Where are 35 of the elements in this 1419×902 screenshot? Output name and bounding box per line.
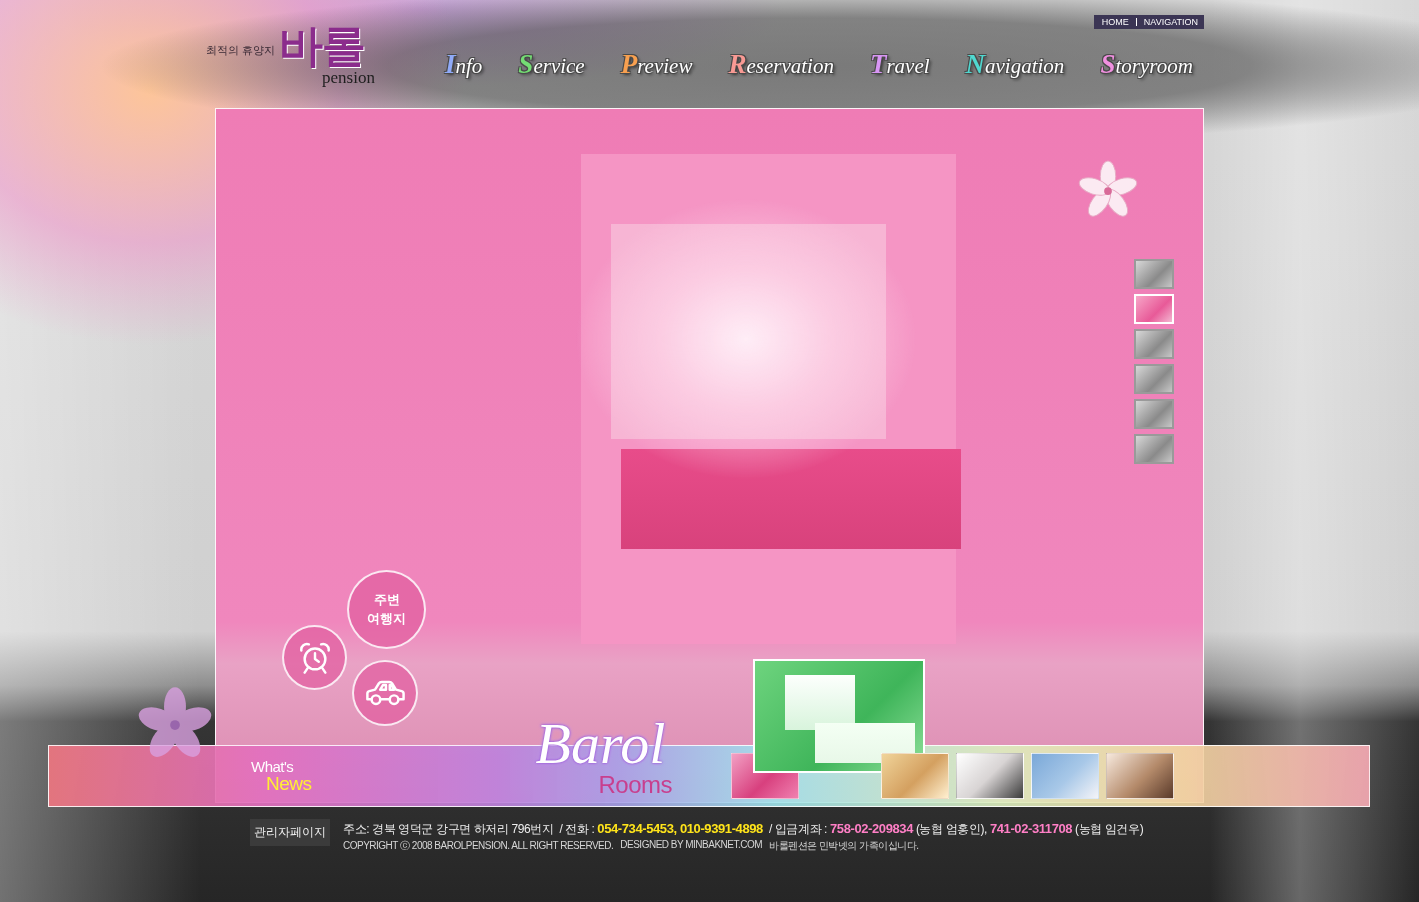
phone-text: / 전화 : 054-734-5453, 010-9391-4898: [559, 821, 763, 838]
admin-page-button[interactable]: 관리자페이지: [250, 819, 330, 846]
nav-link[interactable]: Reservation: [728, 49, 834, 81]
copyright-text: 바롤펜션은 민박넷의 가족이십니다.: [769, 839, 919, 853]
copyright-text: DESIGNED BY MINBAKNET.COM: [620, 839, 763, 852]
logo-tagline: 최적의 휴양지: [206, 43, 276, 58]
whats-news-text[interactable]: What's: [251, 759, 312, 774]
gallery-thumbnail[interactable]: [1134, 399, 1174, 429]
logo-subtitle: pension: [322, 69, 375, 86]
nav-link[interactable]: Travel: [869, 49, 930, 81]
logo-wordmark[interactable]: 바롤: [279, 24, 375, 68]
room-preview-photo[interactable]: [752, 659, 925, 773]
account-text: / 입금계좌 : 758-02-209834 (농협 엄홍인), 741-02-311708 (농협 임건우): [768, 821, 1144, 838]
alarm-clock-icon: [298, 641, 331, 674]
nav-link[interactable]: Preview: [620, 49, 693, 81]
gallery-thumbnail[interactable]: [1134, 434, 1174, 464]
room-thumbnail[interactable]: [1105, 753, 1174, 799]
gallery-thumbnail[interactable]: [1134, 259, 1174, 289]
nav-link[interactable]: Navigation: [965, 49, 1065, 81]
room-thumbnail[interactable]: [880, 753, 949, 799]
nav-link[interactable]: Info: [445, 49, 483, 81]
room-thumbnail[interactable]: [1030, 753, 1099, 799]
nav-link[interactable]: Service: [518, 49, 585, 81]
copyright-text: COPYRIGHT ⓒ 2008 BAROLPENSION. ALL RIGHT RESERVED.: [343, 839, 614, 853]
car-icon: [365, 680, 405, 706]
room-thumbnail[interactable]: [955, 753, 1024, 799]
top-nav-link[interactable]: NAVIGATION: [1143, 17, 1198, 27]
whats-news-text[interactable]: News: [266, 774, 312, 793]
rooms-title: Rooms: [598, 773, 673, 797]
nav-link[interactable]: Storyroom: [1100, 49, 1193, 81]
gallery-thumbnail[interactable]: [1134, 364, 1174, 394]
nearby-travel-button[interactable]: 주변 여행지: [347, 570, 426, 649]
gallery-thumbnail[interactable]: [1134, 329, 1174, 359]
address-text: 주소: 경북 영덕군 강구면 하저리 796번지: [343, 821, 554, 838]
top-nav-link[interactable]: HOME: [1101, 17, 1129, 27]
